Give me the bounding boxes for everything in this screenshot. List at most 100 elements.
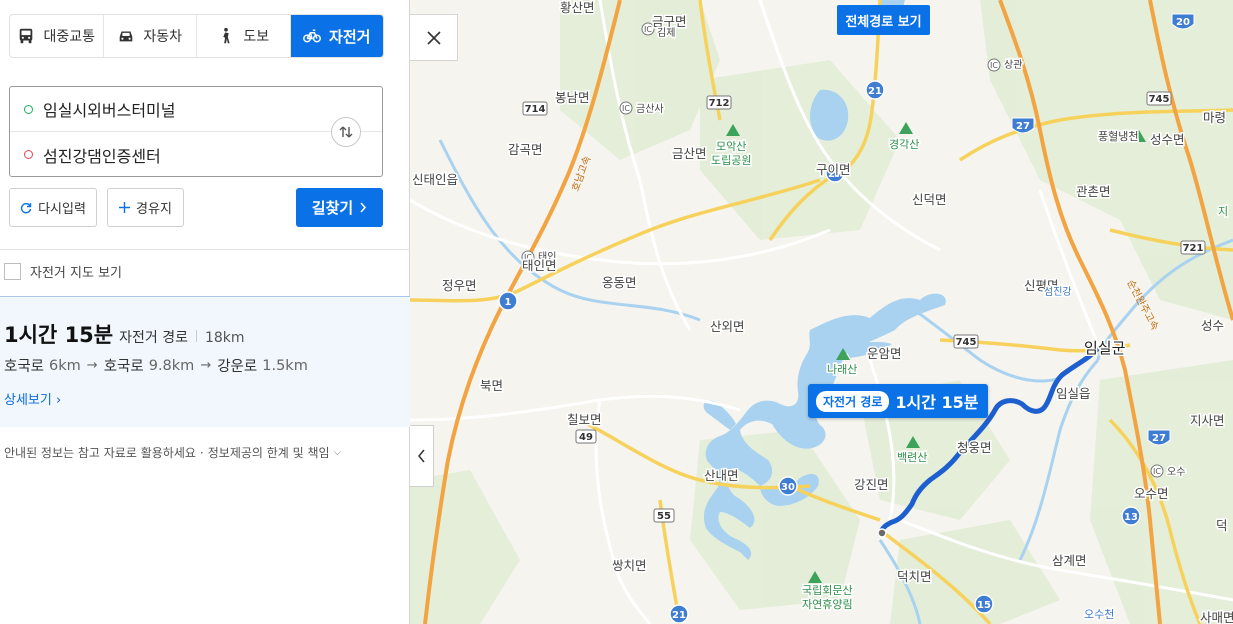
- goal-field[interactable]: 섬진강댐인증센터: [10, 132, 330, 177]
- road-number: 21: [672, 610, 686, 621]
- route-result-card[interactable]: 1시간 15분 자전거 경로 18km 호국로 6km → 호국로 9.8km …: [0, 296, 410, 427]
- chevron-down-icon[interactable]: ⌵: [334, 447, 342, 458]
- road-number: 745: [1149, 94, 1170, 105]
- start-value: 임실시외버스터미널: [43, 101, 176, 120]
- route-segments: 호국로 6km → 호국로 9.8km → 강운로 1.5km: [4, 355, 308, 376]
- result-type: 자전거 경로: [119, 330, 188, 346]
- map-label: 사매면: [1200, 610, 1233, 624]
- close-panel-button[interactable]: [410, 14, 458, 61]
- segment-distance: 9.8km: [148, 357, 195, 374]
- arrow-right-icon: →: [200, 358, 212, 373]
- map-label: 덕치면: [897, 569, 932, 584]
- map-label: 북면: [480, 378, 503, 393]
- map-label: 모악산: [716, 140, 746, 153]
- tab-walk[interactable]: 도보: [197, 15, 291, 57]
- map-label: 태인면: [522, 258, 557, 273]
- map-label: 김제: [657, 27, 675, 39]
- segment-name: 호국로: [4, 359, 45, 375]
- map-label: 감곡면: [508, 142, 543, 157]
- goal-value: 섬진강댐인증센터: [43, 146, 161, 166]
- swap-arrows-icon: [339, 126, 353, 138]
- map-label: 오수: [1167, 466, 1185, 478]
- road-number: 714: [525, 104, 546, 115]
- start-field[interactable]: 임실시외버스터미널: [10, 87, 382, 132]
- map-label: 금구면: [652, 14, 687, 29]
- tab-label: 도보: [243, 29, 270, 45]
- road-number: 27: [1152, 433, 1166, 444]
- road-number: 721: [1183, 243, 1204, 254]
- svg-text:IC: IC: [1153, 467, 1161, 476]
- disclaimer-text: 안내된 정보는 참고 자료로 활용하세요: [4, 446, 196, 460]
- svg-text:IC: IC: [990, 61, 998, 70]
- collapse-panel-button[interactable]: [410, 425, 434, 487]
- car-icon: [120, 31, 133, 42]
- route-time-label[interactable]: 자전거 경로 1시간 15분: [808, 384, 988, 418]
- map-label: 칠보면: [567, 412, 602, 427]
- map-label: 봉남면: [555, 90, 590, 105]
- refresh-icon: [20, 202, 32, 213]
- separator: [195, 330, 197, 342]
- search-label: 길찾기: [311, 199, 354, 217]
- result-distance: 18km: [204, 330, 245, 346]
- bus-icon: [20, 28, 33, 44]
- reset-button[interactable]: 다시입력: [9, 188, 97, 227]
- tab-label: 자동차: [143, 29, 183, 45]
- reset-label: 다시입력: [38, 202, 86, 217]
- add-waypoint-button[interactable]: 경유지: [107, 188, 184, 227]
- bike-map-label: 자전거 지도 보기: [30, 266, 122, 281]
- disclaimer: 안내된 정보는 참고 자료로 활용하세요 · 정보제공의 한계 및 책임 ⌵: [4, 444, 341, 461]
- goal-dot-icon: [24, 150, 33, 159]
- full-route-button[interactable]: 전체경로 보기: [837, 5, 930, 35]
- result-time: 1시간 15분: [4, 323, 114, 347]
- road-number: 13: [1124, 512, 1138, 523]
- map-label: 자연휴양림: [802, 598, 853, 611]
- tab-label: 자전거: [329, 27, 371, 46]
- map-label: 쌍치면: [612, 558, 647, 573]
- map-label: 금산사: [636, 103, 664, 115]
- detail-link[interactable]: 상세보기 ›: [4, 389, 61, 408]
- chevron-left-icon: [418, 449, 425, 463]
- bicycle-icon: [303, 29, 321, 43]
- route-time-text: 1시간 15분: [895, 393, 979, 412]
- map-label: 성수: [1201, 318, 1224, 333]
- tab-public-transit[interactable]: 대중교통: [10, 15, 104, 57]
- map-canvas[interactable]: 714 712 745 745 721 49 55 1 21 21 27 30 …: [410, 0, 1233, 624]
- road-number: 30: [781, 482, 795, 493]
- map-label: 구이면: [816, 162, 851, 177]
- tab-label: 대중교통: [43, 29, 96, 45]
- bullet: ·: [199, 445, 204, 460]
- bike-map-toggle[interactable]: 자전거 지도 보기: [4, 262, 122, 281]
- route-input-box: 임실시외버스터미널 섬진강댐인증센터: [9, 86, 383, 177]
- map-label: 마령: [1203, 110, 1226, 125]
- map-label: 임실군: [1084, 339, 1126, 357]
- map-label: 백련산: [897, 451, 927, 464]
- map-label: 임실읍: [1056, 386, 1091, 401]
- search-route-button[interactable]: 길찾기: [296, 188, 383, 227]
- tab-car[interactable]: 자동차: [104, 15, 197, 57]
- segment-name: 강운로: [217, 359, 258, 375]
- map-label: 산내면: [704, 468, 739, 483]
- map-label: 지: [1218, 205, 1228, 218]
- bike-map-checkbox[interactable]: [4, 263, 21, 280]
- disclaimer-link[interactable]: 정보제공의 한계 및 책임: [208, 444, 330, 461]
- map-svg[interactable]: 714 712 745 745 721 49 55 1 21 21 27 30 …: [410, 0, 1233, 624]
- map-label: 운암면: [867, 346, 902, 361]
- walk-icon: [223, 27, 230, 44]
- map-label: 오수천: [1084, 607, 1114, 621]
- map-label: 경각산: [889, 138, 919, 151]
- swap-button[interactable]: [331, 117, 361, 147]
- map-label: 지사면: [1190, 413, 1225, 428]
- map-label: 도립공원: [711, 154, 751, 167]
- route-type-pill: 자전거 경로: [816, 390, 890, 412]
- map-label: 옹동면: [602, 275, 637, 290]
- map-label: 산외면: [710, 319, 745, 334]
- map-label: 나래산: [827, 363, 857, 376]
- map-label: 풍혈냉천: [1098, 129, 1138, 143]
- map-label: 덕: [1216, 518, 1228, 533]
- waypoint-label: 경유지: [136, 202, 172, 217]
- tab-bicycle[interactable]: 자전거: [290, 15, 383, 57]
- map-label: 섬진강: [1044, 286, 1072, 298]
- plus-icon: [119, 202, 131, 213]
- map-label: 정우면: [442, 278, 477, 293]
- road-number: 712: [709, 98, 730, 109]
